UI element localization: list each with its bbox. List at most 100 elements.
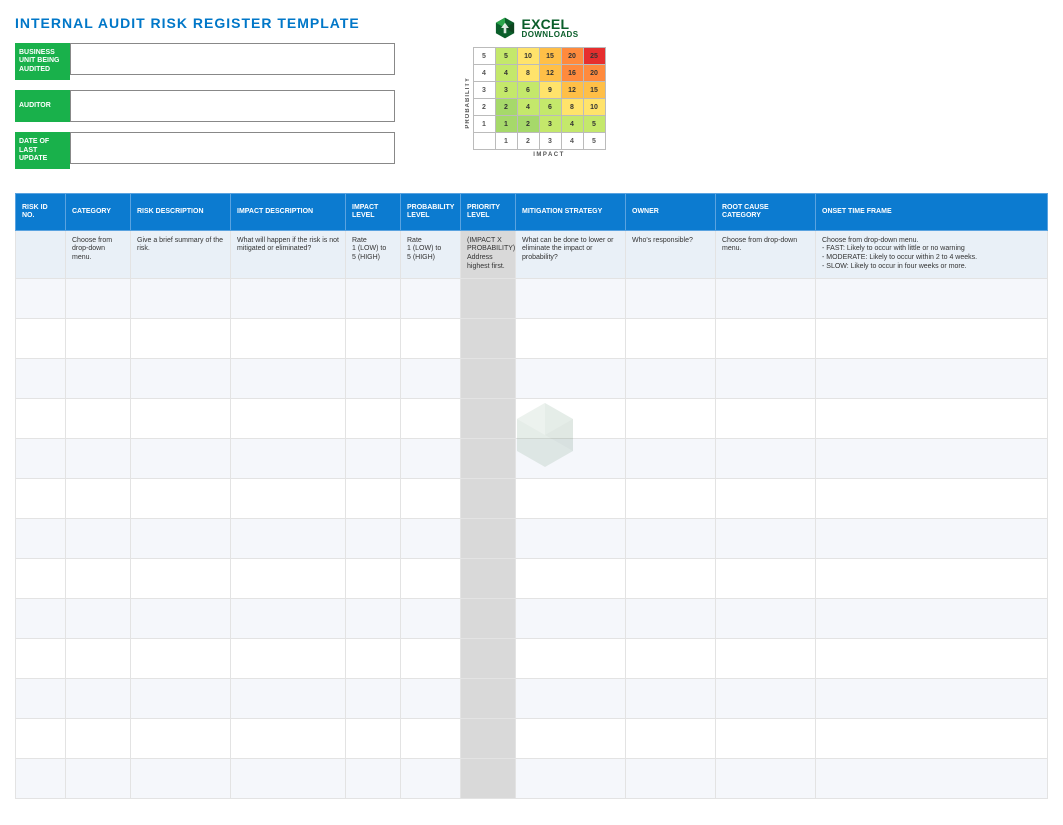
register-data-cell[interactable] xyxy=(401,638,461,678)
register-data-cell[interactable] xyxy=(131,358,231,398)
register-data-cell[interactable] xyxy=(461,318,516,358)
register-data-cell[interactable] xyxy=(461,478,516,518)
register-data-cell[interactable] xyxy=(516,758,626,798)
auditor-input[interactable] xyxy=(70,90,395,122)
register-data-cell[interactable] xyxy=(16,438,66,478)
register-data-cell[interactable] xyxy=(66,438,131,478)
register-data-cell[interactable] xyxy=(346,438,401,478)
register-data-cell[interactable] xyxy=(231,598,346,638)
register-data-cell[interactable] xyxy=(626,678,716,718)
register-data-cell[interactable] xyxy=(66,398,131,438)
register-data-cell[interactable] xyxy=(516,438,626,478)
register-data-cell[interactable] xyxy=(231,358,346,398)
register-data-cell[interactable] xyxy=(401,358,461,398)
register-data-cell[interactable] xyxy=(626,358,716,398)
register-data-cell[interactable] xyxy=(16,518,66,558)
register-data-cell[interactable] xyxy=(716,438,816,478)
register-data-cell[interactable] xyxy=(716,718,816,758)
register-data-cell[interactable] xyxy=(516,638,626,678)
register-data-cell[interactable] xyxy=(131,438,231,478)
register-data-cell[interactable] xyxy=(66,518,131,558)
register-data-cell[interactable] xyxy=(131,638,231,678)
register-data-cell[interactable] xyxy=(516,358,626,398)
register-data-cell[interactable] xyxy=(516,278,626,318)
register-data-cell[interactable] xyxy=(461,518,516,558)
register-data-cell[interactable] xyxy=(516,558,626,598)
register-data-cell[interactable] xyxy=(401,718,461,758)
register-data-cell[interactable] xyxy=(346,718,401,758)
register-data-cell[interactable] xyxy=(346,518,401,558)
register-data-cell[interactable] xyxy=(401,478,461,518)
register-data-cell[interactable] xyxy=(231,718,346,758)
register-data-cell[interactable] xyxy=(401,398,461,438)
register-data-cell[interactable] xyxy=(231,398,346,438)
register-data-cell[interactable] xyxy=(816,278,1048,318)
register-data-cell[interactable] xyxy=(66,358,131,398)
register-data-cell[interactable] xyxy=(16,478,66,518)
register-data-cell[interactable] xyxy=(346,638,401,678)
register-data-cell[interactable] xyxy=(346,278,401,318)
register-data-cell[interactable] xyxy=(816,358,1048,398)
register-data-cell[interactable] xyxy=(461,598,516,638)
register-data-cell[interactable] xyxy=(66,558,131,598)
register-data-cell[interactable] xyxy=(626,558,716,598)
register-data-cell[interactable] xyxy=(231,678,346,718)
register-data-cell[interactable] xyxy=(231,518,346,558)
register-data-cell[interactable] xyxy=(401,518,461,558)
register-data-cell[interactable] xyxy=(716,358,816,398)
register-data-cell[interactable] xyxy=(231,318,346,358)
register-data-cell[interactable] xyxy=(131,398,231,438)
register-data-cell[interactable] xyxy=(516,678,626,718)
register-data-cell[interactable] xyxy=(626,438,716,478)
register-data-cell[interactable] xyxy=(66,598,131,638)
register-data-cell[interactable] xyxy=(231,438,346,478)
register-data-cell[interactable] xyxy=(461,758,516,798)
register-data-cell[interactable] xyxy=(131,718,231,758)
register-data-cell[interactable] xyxy=(16,358,66,398)
register-data-cell[interactable] xyxy=(346,558,401,598)
register-data-cell[interactable] xyxy=(816,478,1048,518)
register-data-cell[interactable] xyxy=(346,318,401,358)
register-data-cell[interactable] xyxy=(131,318,231,358)
register-data-cell[interactable] xyxy=(66,678,131,718)
register-data-cell[interactable] xyxy=(716,278,816,318)
register-data-cell[interactable] xyxy=(401,598,461,638)
register-data-cell[interactable] xyxy=(626,518,716,558)
register-data-cell[interactable] xyxy=(131,478,231,518)
register-data-cell[interactable] xyxy=(231,478,346,518)
register-data-cell[interactable] xyxy=(816,518,1048,558)
register-data-cell[interactable] xyxy=(346,758,401,798)
register-data-cell[interactable] xyxy=(516,598,626,638)
register-data-cell[interactable] xyxy=(461,438,516,478)
register-data-cell[interactable] xyxy=(626,638,716,678)
register-data-cell[interactable] xyxy=(816,718,1048,758)
register-data-cell[interactable] xyxy=(401,758,461,798)
register-data-cell[interactable] xyxy=(66,478,131,518)
register-data-cell[interactable] xyxy=(716,318,816,358)
register-data-cell[interactable] xyxy=(516,398,626,438)
register-data-cell[interactable] xyxy=(461,638,516,678)
register-data-cell[interactable] xyxy=(66,278,131,318)
register-data-cell[interactable] xyxy=(401,318,461,358)
register-data-cell[interactable] xyxy=(346,678,401,718)
register-data-cell[interactable] xyxy=(16,398,66,438)
register-data-cell[interactable] xyxy=(816,398,1048,438)
register-data-cell[interactable] xyxy=(131,278,231,318)
register-data-cell[interactable] xyxy=(16,638,66,678)
register-data-cell[interactable] xyxy=(16,758,66,798)
register-data-cell[interactable] xyxy=(516,478,626,518)
date-last-update-input[interactable] xyxy=(70,132,395,164)
register-data-cell[interactable] xyxy=(516,318,626,358)
register-data-cell[interactable] xyxy=(231,558,346,598)
register-data-cell[interactable] xyxy=(66,758,131,798)
register-data-cell[interactable] xyxy=(131,678,231,718)
register-data-cell[interactable] xyxy=(626,598,716,638)
register-data-cell[interactable] xyxy=(716,558,816,598)
register-data-cell[interactable] xyxy=(716,758,816,798)
register-data-cell[interactable] xyxy=(461,718,516,758)
register-data-cell[interactable] xyxy=(461,558,516,598)
register-data-cell[interactable] xyxy=(716,518,816,558)
register-data-cell[interactable] xyxy=(401,558,461,598)
register-data-cell[interactable] xyxy=(816,318,1048,358)
register-data-cell[interactable] xyxy=(66,638,131,678)
